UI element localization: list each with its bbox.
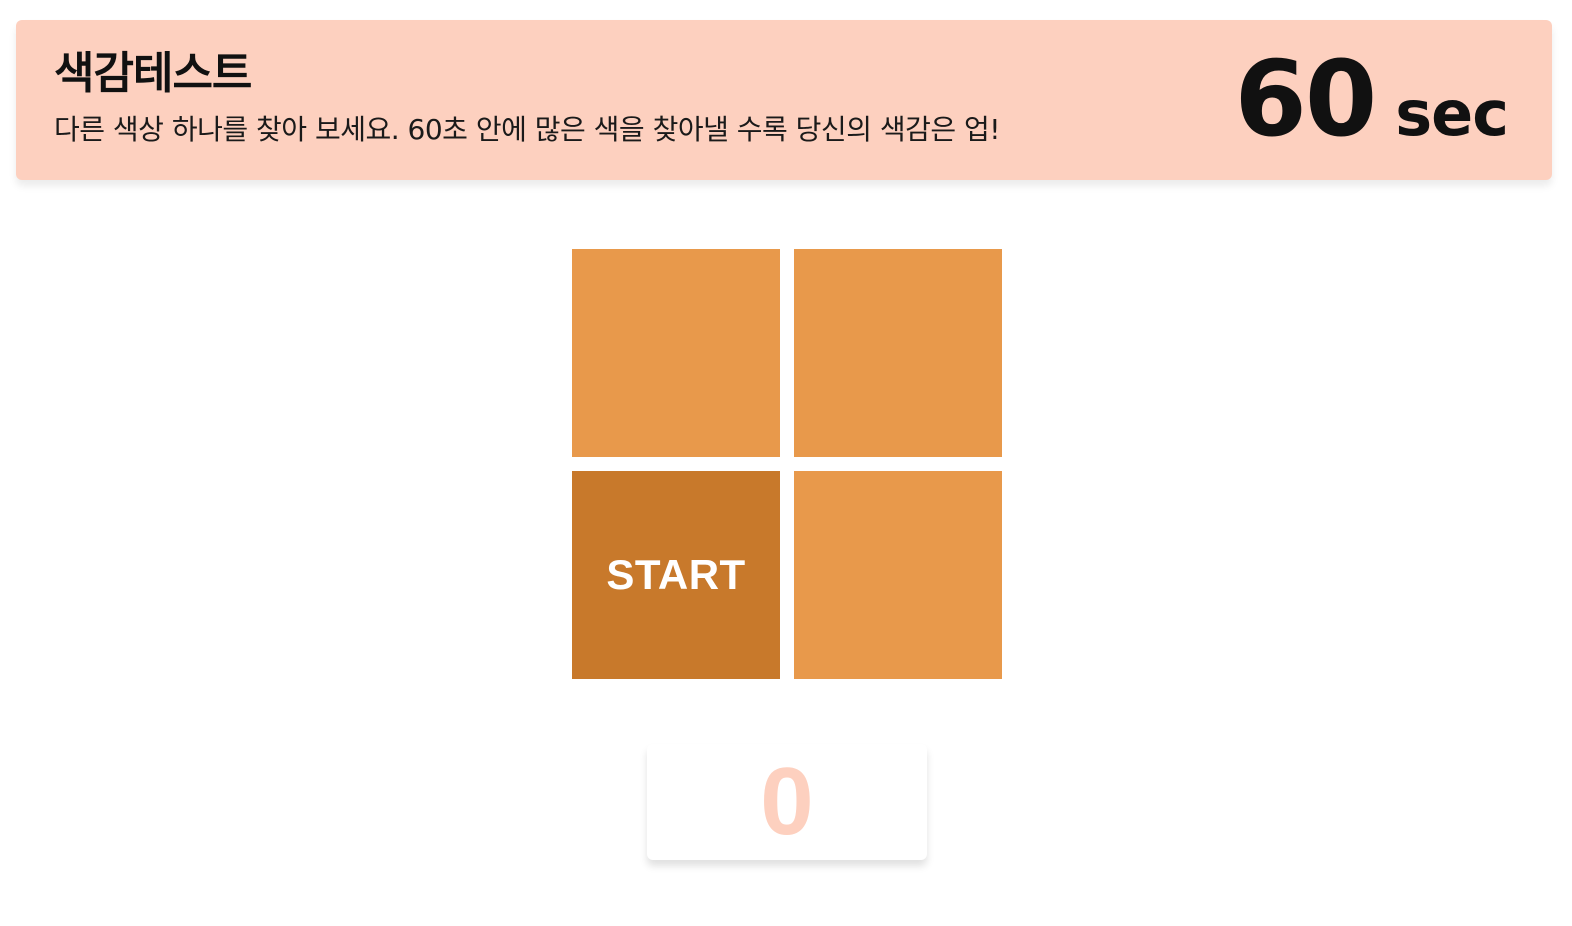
start-button[interactable]: START — [572, 471, 780, 679]
page-title: 색감테스트 — [54, 48, 252, 99]
color-tile[interactable] — [794, 471, 1002, 679]
score-value: 0 — [760, 748, 814, 855]
color-tile[interactable] — [794, 249, 1002, 457]
header-bar: 색감테스트 다른 색상 하나를 찾아 보세요. 60초 안에 많은 색을 찾아낼… — [16, 20, 1552, 180]
page-subtitle: 다른 색상 하나를 찾아 보세요. 60초 안에 많은 색을 찾아낼 수록 당신… — [54, 113, 1001, 146]
timer-value: 60 — [1234, 38, 1378, 160]
color-tile-board: START — [572, 249, 1002, 679]
countdown-timer: 60 sec — [1234, 38, 1509, 160]
color-tile[interactable] — [572, 249, 780, 457]
timer-unit: sec — [1395, 77, 1509, 150]
score-display: 0 — [647, 744, 927, 860]
